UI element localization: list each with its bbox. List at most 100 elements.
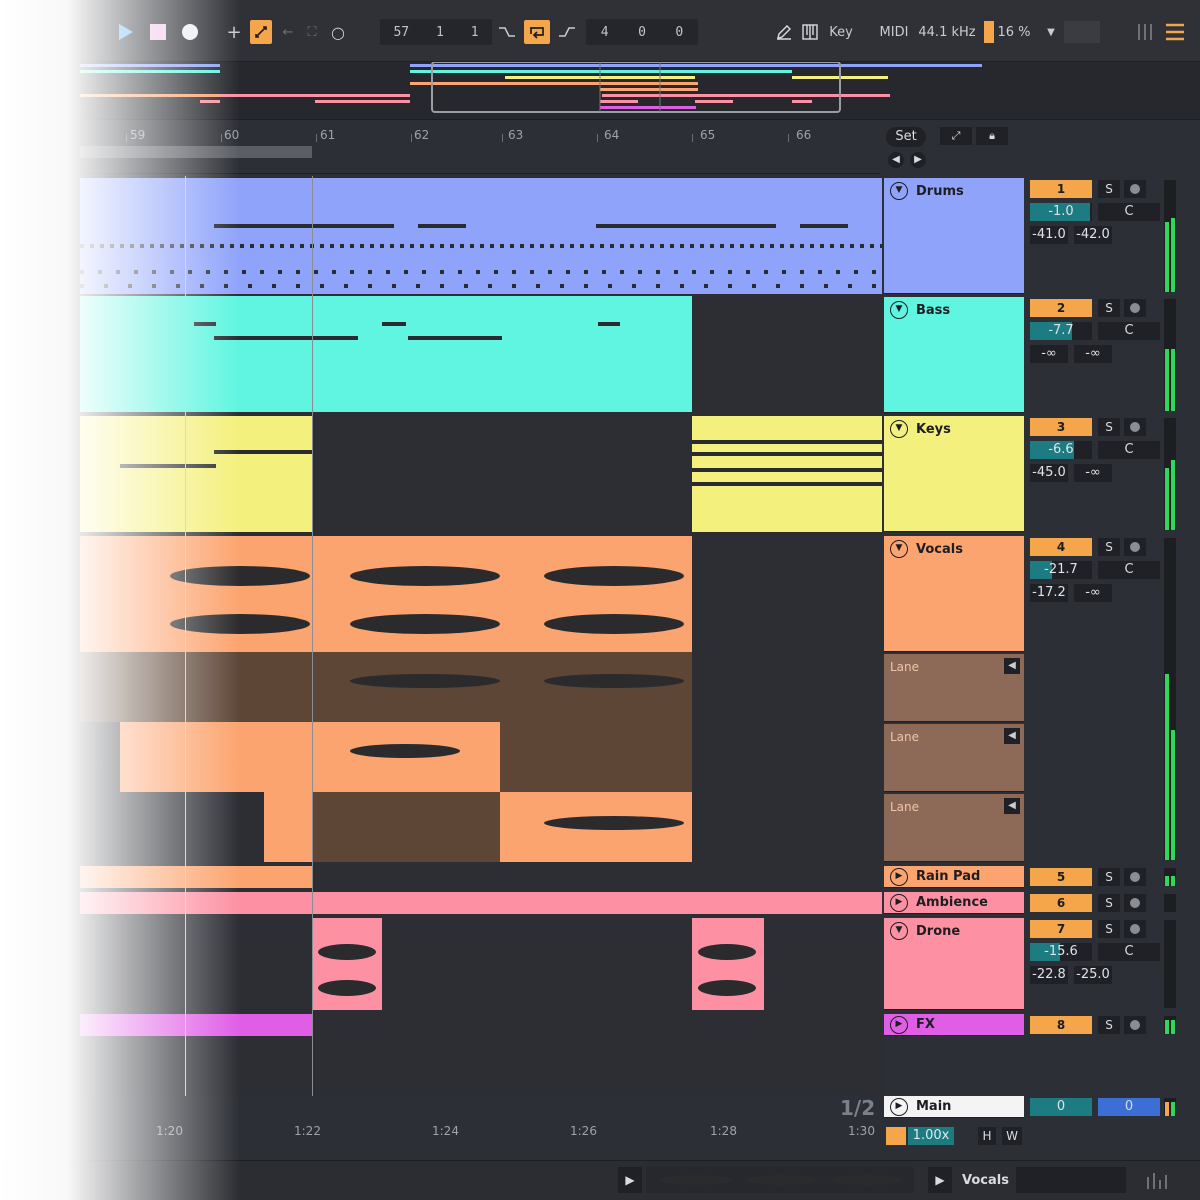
time-ruler[interactable]: 1:20 1:22 1:24 1:26 1:28 1:30 — [80, 1120, 880, 1146]
add-icon[interactable]: + — [224, 20, 244, 44]
arm-icon[interactable] — [1124, 894, 1146, 912]
fold-chevron-icon[interactable]: ▼ — [890, 182, 908, 200]
track-activator[interactable]: 8 — [1030, 1016, 1092, 1034]
speaker-icon[interactable]: ◀︎ — [1004, 728, 1020, 744]
track-header-rain-pad[interactable]: ▶ Rain Pad — [884, 866, 1024, 888]
lane-3-take[interactable] — [312, 792, 500, 862]
pan-field[interactable]: C — [1098, 322, 1160, 340]
arrangement-overview[interactable] — [80, 61, 1200, 120]
drone-clip[interactable] — [692, 918, 764, 1010]
track-activator[interactable]: 3 — [1030, 418, 1092, 436]
solo-button[interactable]: S — [1098, 1016, 1120, 1034]
drums-clip[interactable] — [80, 178, 882, 294]
position-display[interactable]: 57 1 1 — [380, 19, 492, 45]
lane-3-take[interactable] — [264, 792, 312, 862]
menu-icon[interactable] — [1164, 22, 1186, 42]
track-activator[interactable]: 6 — [1030, 894, 1092, 912]
solo-button[interactable]: S — [1098, 299, 1120, 317]
fold-chevron-icon[interactable]: ▼ — [890, 420, 908, 438]
mixer-icon[interactable] — [1144, 1169, 1168, 1191]
send-a-field[interactable]: -22.8 — [1030, 966, 1068, 984]
lane-2-take[interactable] — [500, 722, 692, 792]
solo-button[interactable]: S — [1098, 538, 1120, 556]
pan-field[interactable]: C — [1098, 561, 1160, 579]
send-b-field[interactable]: -∞ — [1074, 345, 1112, 363]
midi-map-button[interactable]: MIDI — [876, 20, 912, 44]
solo-button[interactable]: S — [1098, 894, 1120, 912]
track-header-bass[interactable]: ▼ Bass — [884, 297, 1024, 413]
punch-out-icon[interactable] — [556, 20, 578, 44]
ambience-clip[interactable] — [80, 892, 882, 914]
lane-3-take[interactable] — [500, 792, 692, 862]
solo-button[interactable]: S — [1098, 920, 1120, 938]
solo-button[interactable]: S — [1098, 180, 1120, 198]
chevron-down-icon[interactable]: ▼ — [1044, 20, 1058, 44]
fold-chevron-icon[interactable]: ▶ — [890, 1098, 908, 1116]
draw-mode-button[interactable] — [774, 20, 794, 44]
track-activator[interactable]: 4 — [1030, 538, 1092, 556]
track-activator[interactable]: 1 — [1030, 180, 1092, 198]
record-button[interactable] — [178, 20, 202, 44]
arm-icon[interactable] — [1124, 1016, 1146, 1034]
lock-icon[interactable]: 🔒︎ — [976, 127, 1008, 145]
volume-field[interactable]: -1.0 — [1030, 203, 1092, 221]
track-header-ambience[interactable]: ▶ Ambience — [884, 892, 1024, 914]
track-header-drums[interactable]: ▼ Drums — [884, 178, 1024, 294]
back-arrow-icon[interactable]: ← — [278, 20, 298, 44]
zoom-field[interactable]: 1.00x — [908, 1127, 954, 1145]
volume-field[interactable]: -15.6 — [1030, 943, 1092, 961]
main-volume[interactable]: 0 — [1030, 1098, 1092, 1116]
send-b-field[interactable]: -∞ — [1074, 464, 1112, 482]
arm-icon[interactable] — [1124, 868, 1146, 886]
fold-chevron-icon[interactable]: ▼ — [890, 540, 908, 558]
send-a-field[interactable]: -41.0 — [1030, 226, 1068, 244]
send-b-field[interactable]: -∞ — [1074, 584, 1112, 602]
play-button[interactable] — [114, 20, 138, 44]
bass-clip[interactable] — [80, 296, 692, 412]
vocals-clip[interactable] — [80, 536, 692, 652]
arm-icon[interactable] — [1124, 538, 1146, 556]
cpu-overview-icon[interactable] — [1136, 22, 1156, 42]
speaker-icon[interactable]: ◀︎ — [1004, 798, 1020, 814]
track-header-drone[interactable]: ▼ Drone — [884, 918, 1024, 1010]
prev-locator-icon[interactable]: ◀ — [888, 152, 904, 168]
send-a-field[interactable]: -∞ — [1030, 345, 1068, 363]
drone-clip[interactable] — [312, 918, 382, 1010]
h-button[interactable]: H — [978, 1127, 996, 1145]
send-b-field[interactable]: -42.0 — [1074, 226, 1112, 244]
main-pan[interactable]: 0 — [1098, 1098, 1160, 1116]
stop-button[interactable] — [146, 20, 170, 44]
waveform-zoom-icon[interactable] — [886, 1127, 906, 1145]
track-activator[interactable]: 7 — [1030, 920, 1092, 938]
solo-button[interactable]: S — [1098, 868, 1120, 886]
lane-2-take[interactable] — [312, 722, 500, 792]
volume-field[interactable]: -6.6 — [1030, 441, 1092, 459]
volume-field[interactable]: -21.7 — [1030, 561, 1092, 579]
track-header-main[interactable]: ▶ Main — [884, 1096, 1024, 1118]
device-chain-thumbnail[interactable] — [1016, 1167, 1126, 1193]
expand-icon[interactable]: ⤢ — [940, 127, 972, 145]
set-locator-button[interactable]: Set — [886, 127, 926, 147]
arrangement-view[interactable] — [80, 176, 882, 1096]
take-lane-header[interactable]: Lane ◀︎ — [884, 794, 1024, 862]
punch-in-icon[interactable] — [496, 20, 518, 44]
expand-detail-icon[interactable]: ▶ — [928, 1167, 952, 1193]
arm-icon[interactable] — [1124, 299, 1146, 317]
keys-clip[interactable] — [692, 416, 882, 532]
track-header-fx[interactable]: ▶ FX — [884, 1014, 1024, 1036]
pan-field[interactable]: C — [1098, 441, 1160, 459]
bar-ruler[interactable]: 59 60 61 62 63 64 65 66 — [80, 124, 880, 174]
keyboard-button[interactable] — [800, 20, 820, 44]
arm-icon[interactable] — [1124, 180, 1146, 198]
fold-chevron-icon[interactable]: ▶ — [890, 894, 908, 912]
next-locator-icon[interactable]: ▶ — [910, 152, 926, 168]
keys-clip[interactable] — [80, 416, 312, 532]
loop-brace[interactable] — [80, 146, 312, 158]
take-lane-header[interactable]: Lane ◀︎ — [884, 654, 1024, 722]
lane-2-take[interactable] — [120, 722, 312, 792]
pan-field[interactable]: C — [1098, 943, 1160, 961]
w-button[interactable]: W — [1002, 1127, 1022, 1145]
arm-icon[interactable] — [1124, 418, 1146, 436]
rain-pad-clip[interactable] — [80, 866, 312, 888]
pan-field[interactable]: C — [1098, 203, 1160, 221]
